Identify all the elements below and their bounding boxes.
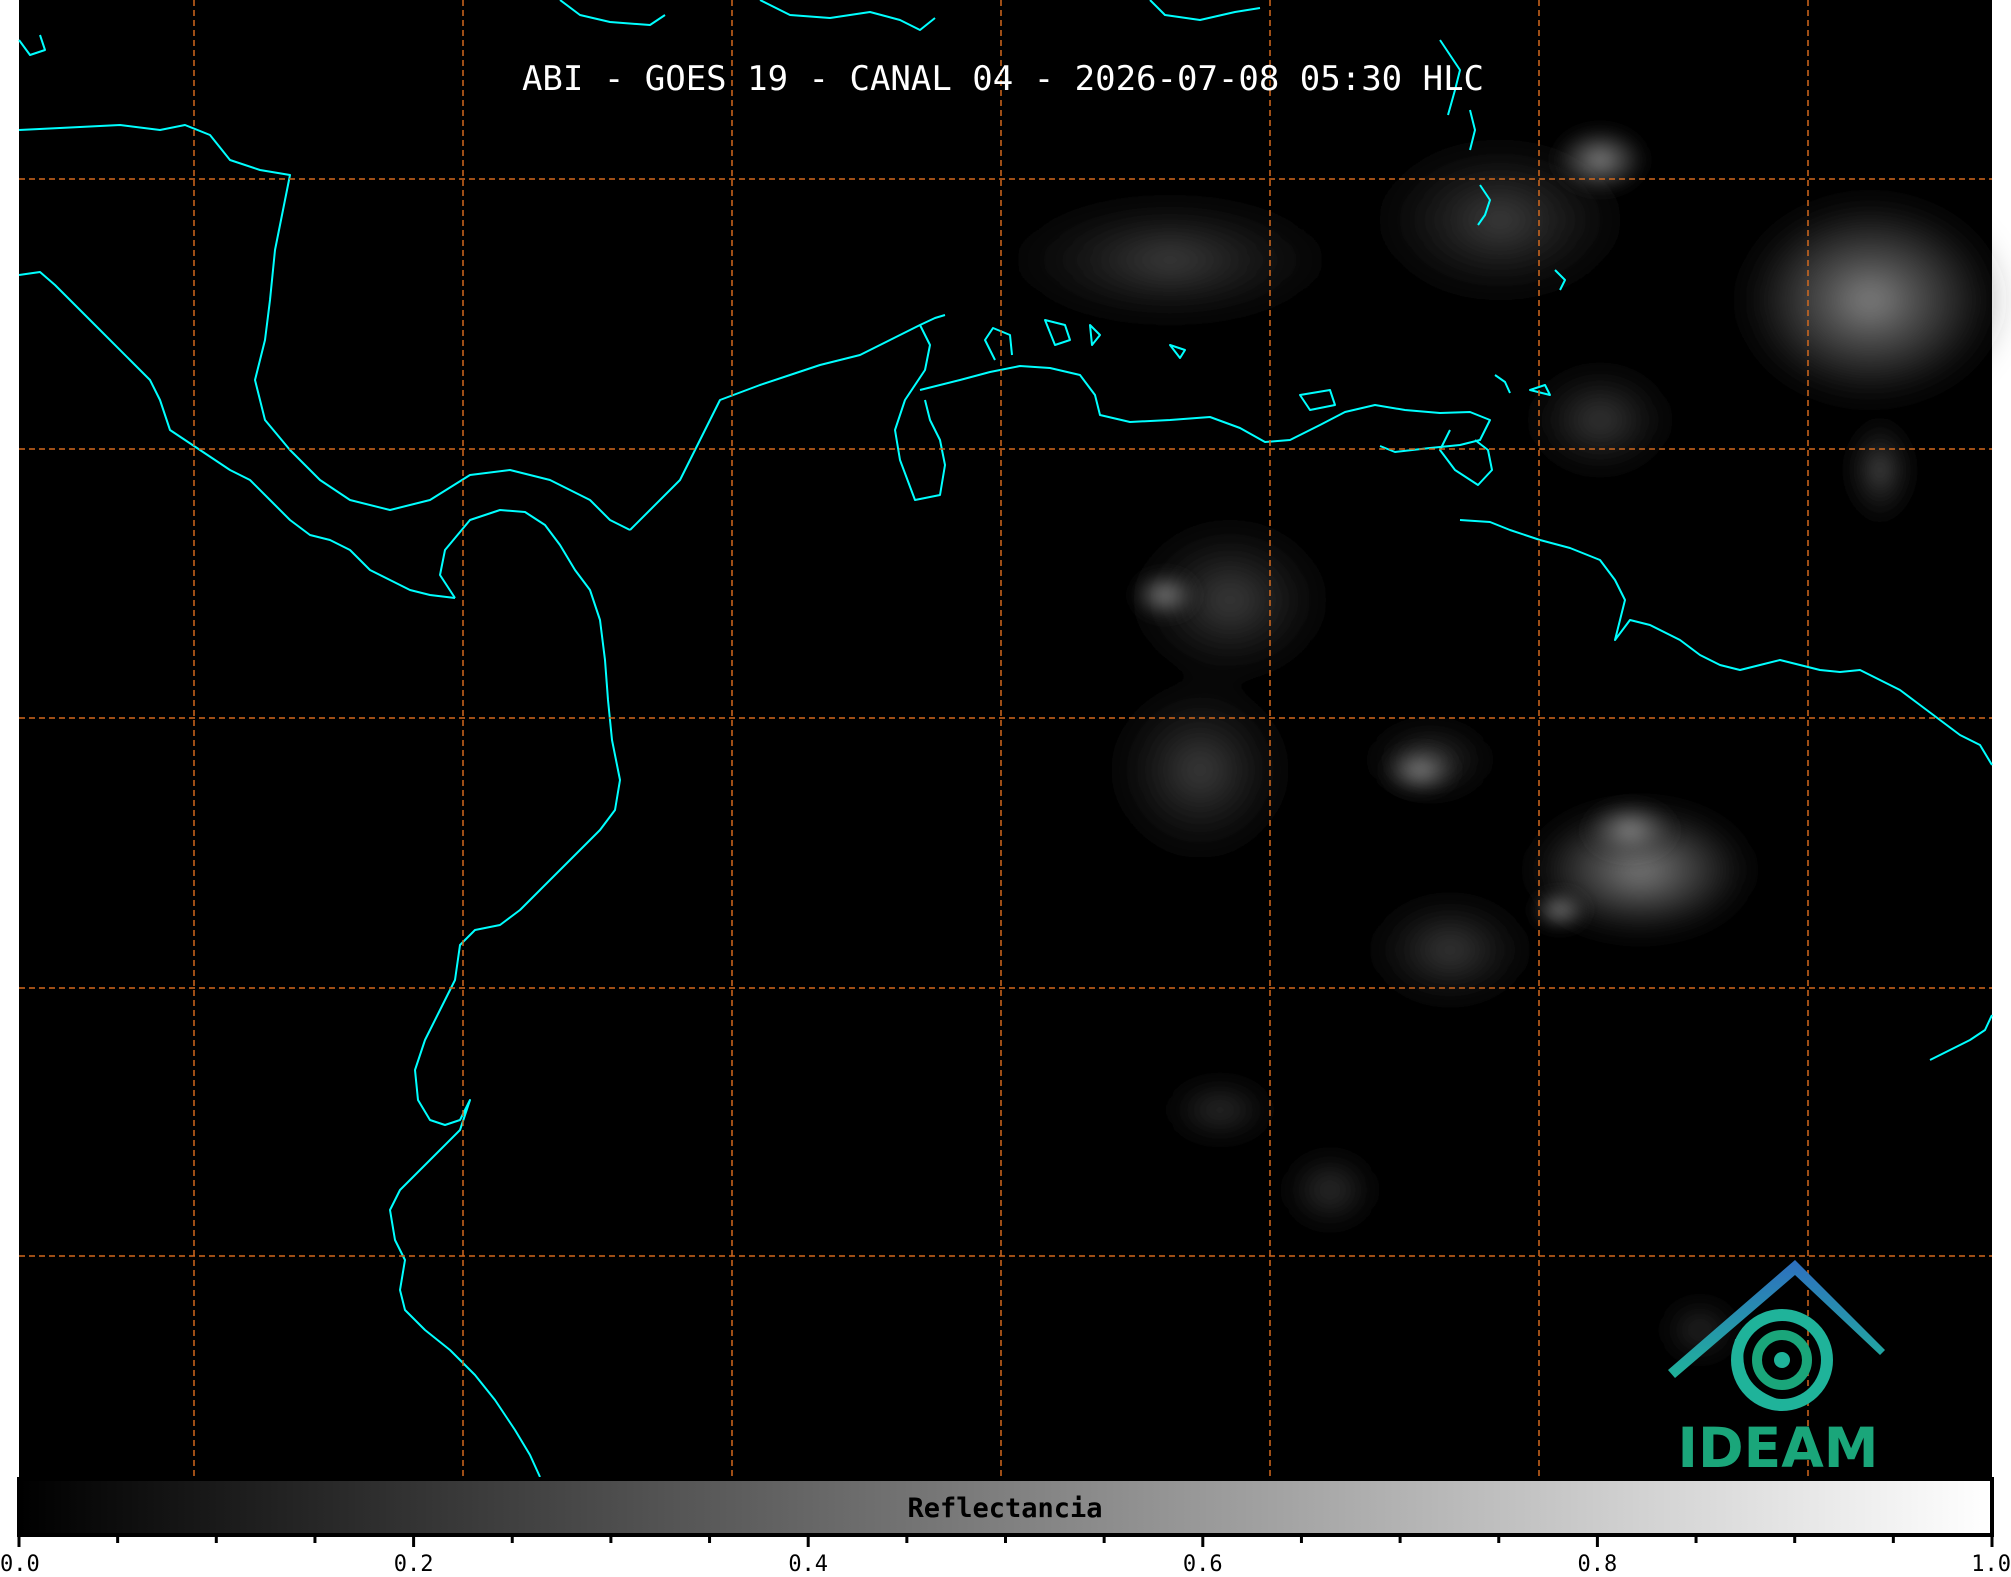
logo-text: IDEAM: [1678, 1416, 1879, 1480]
satellite-map: ABI - GOES 19 - CANAL 04 - 2026-07-08 05…: [0, 0, 2011, 1577]
colorbar-tick-label: 0.0: [0, 1552, 40, 1577]
colorbar-tick-label: 1.0: [1971, 1552, 2011, 1577]
image-title: ABI - GOES 19 - CANAL 04 - 2026-07-08 05…: [522, 59, 1484, 99]
colorbar-tick-label: 0.8: [1578, 1552, 1618, 1577]
colorbar-label: Reflectancia: [907, 1493, 1102, 1524]
colorbar-tick-label: 0.4: [788, 1552, 828, 1577]
colorbar-tick-label: 0.6: [1183, 1552, 1223, 1577]
satellite-image-view: ABI - GOES 19 - CANAL 04 - 2026-07-08 05…: [0, 0, 2011, 1577]
colorbar-tick-label: 0.2: [394, 1552, 434, 1577]
